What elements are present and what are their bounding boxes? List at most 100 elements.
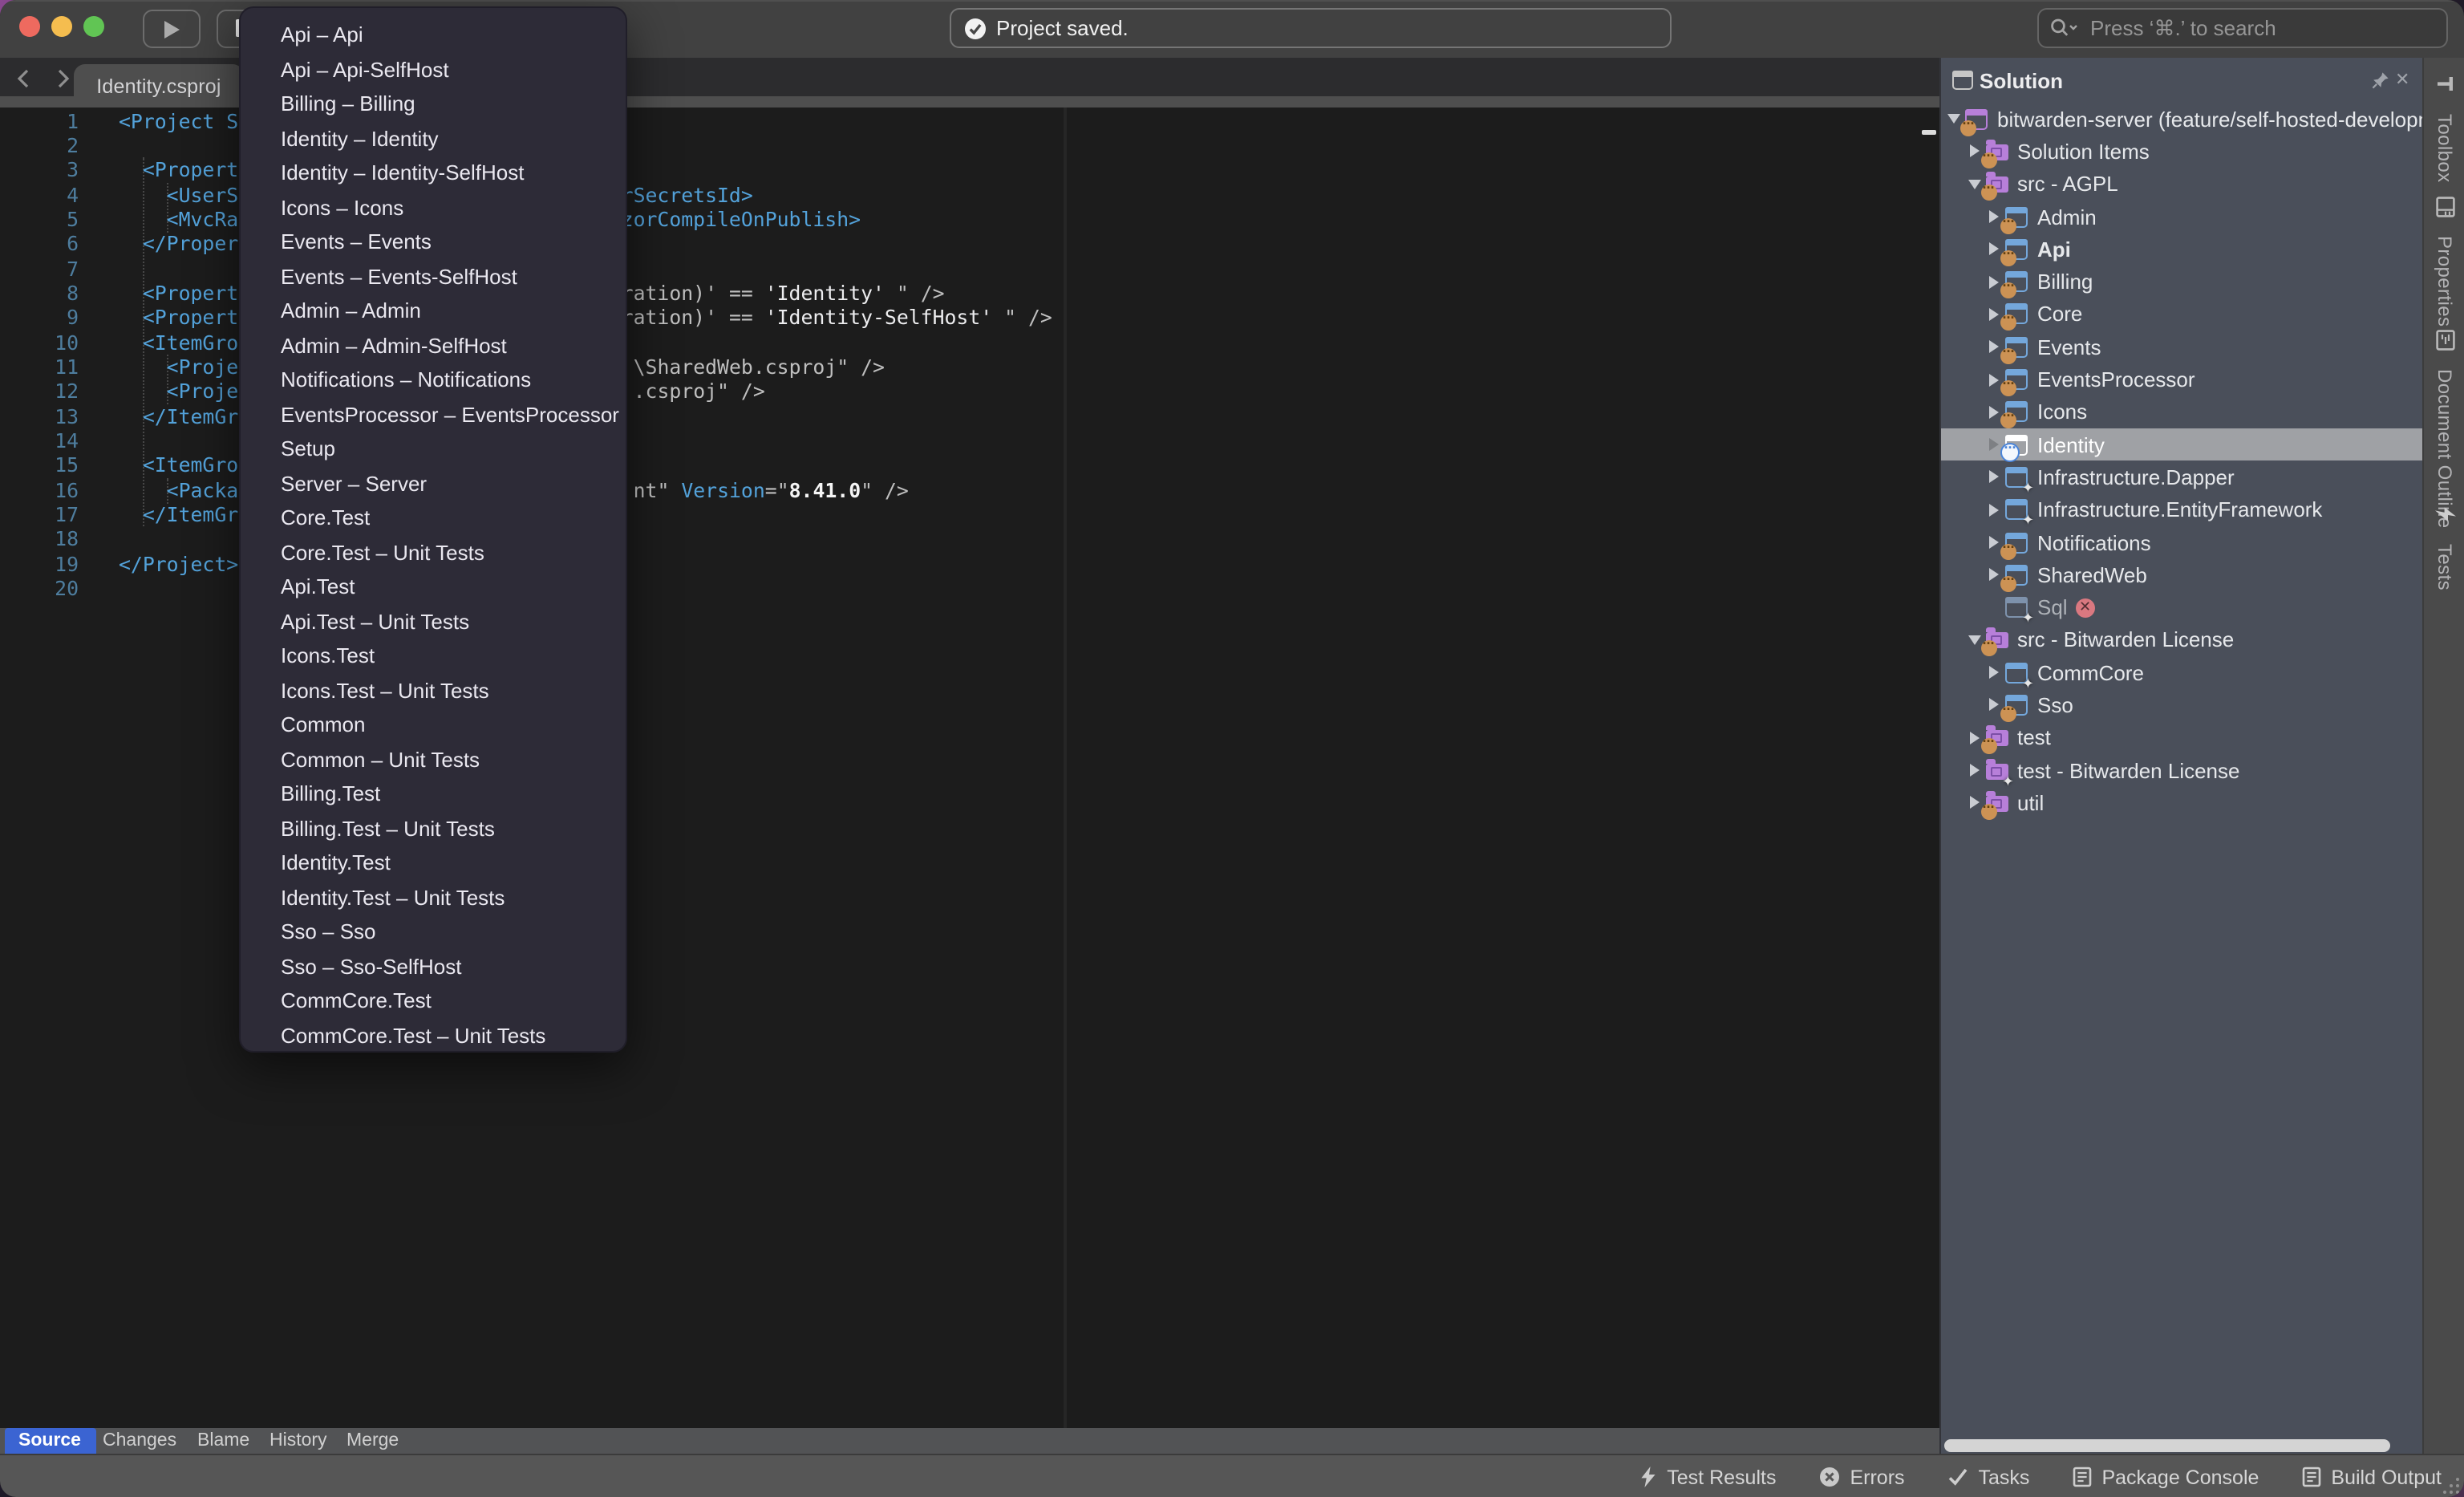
- view-tab-blame[interactable]: Blame: [183, 1428, 264, 1454]
- expand-arrow-icon[interactable]: [1986, 243, 2002, 256]
- run-button[interactable]: [143, 10, 201, 48]
- run-config-menu-item[interactable]: Identity.Test – Unit Tests: [241, 880, 626, 915]
- run-config-menu-item[interactable]: Icons.Test – Unit Tests: [241, 673, 626, 708]
- run-config-menu-item[interactable]: Events – Events-SelfHost: [241, 259, 626, 294]
- navigate-forward-icon[interactable]: [51, 67, 74, 90]
- run-config-menu-item[interactable]: Billing.Test – Unit Tests: [241, 811, 626, 846]
- solution-tree-row[interactable]: ···Billing: [1941, 266, 2422, 298]
- run-config-menu-item[interactable]: Setup: [241, 432, 626, 466]
- run-config-menu-item[interactable]: Sso – Sso-SelfHost: [241, 949, 626, 984]
- expand-arrow-icon[interactable]: [1966, 797, 1982, 809]
- run-config-menu-item[interactable]: Api.Test – Unit Tests: [241, 604, 626, 639]
- run-config-menu-item[interactable]: Notifications – Notifications: [241, 363, 626, 397]
- pad-horizontal-scrollbar[interactable]: [1944, 1439, 2390, 1452]
- solution-tree-row[interactable]: ···Solution Items: [1941, 136, 2422, 168]
- dock-tab-tests[interactable]: Tests: [2424, 504, 2464, 590]
- expand-arrow-icon[interactable]: [1986, 503, 2002, 516]
- statusbar-item-errors[interactable]: Errors: [1819, 1466, 1904, 1488]
- expand-arrow-icon[interactable]: [1966, 145, 1982, 158]
- solution-tree-row[interactable]: ✦Infrastructure.Dapper: [1941, 461, 2422, 494]
- expand-arrow-icon[interactable]: [1986, 210, 2002, 223]
- expand-arrow-icon[interactable]: [1986, 308, 2002, 321]
- statusbar-item-build-output[interactable]: Build Output: [2302, 1466, 2442, 1488]
- run-config-menu-item[interactable]: Api – Api: [241, 18, 626, 52]
- collapse-arrow-icon[interactable]: [1966, 179, 1982, 189]
- minimize-window-button[interactable]: [51, 16, 72, 37]
- run-config-menu-item[interactable]: Identity – Identity-SelfHost: [241, 156, 626, 190]
- solution-tree-row[interactable]: ✦Sql✕: [1941, 591, 2422, 624]
- zoom-window-button[interactable]: [83, 16, 104, 37]
- run-config-menu-item[interactable]: CommCore.Test – Unit Tests: [241, 1018, 626, 1053]
- run-config-menu-item[interactable]: Billing – Billing: [241, 87, 626, 121]
- solution-tree-row[interactable]: ✦test - Bitwarden License: [1941, 754, 2422, 787]
- expand-arrow-icon[interactable]: [1986, 275, 2002, 288]
- resize-grip[interactable]: [2443, 1478, 2459, 1494]
- run-config-menu-item[interactable]: Events – Events: [241, 225, 626, 259]
- run-config-menu-item[interactable]: Api.Test: [241, 570, 626, 604]
- statusbar-item-tasks[interactable]: Tasks: [1948, 1466, 2030, 1488]
- solution-tree-row[interactable]: ···bitwarden-server (feature/self-hosted…: [1941, 103, 2422, 136]
- solution-tree-row[interactable]: ···SharedWeb: [1941, 558, 2422, 591]
- expand-arrow-icon[interactable]: [1986, 569, 2002, 582]
- global-search-input[interactable]: Press ‘⌘.’ to search: [2037, 8, 2448, 48]
- expand-arrow-icon[interactable]: [1986, 471, 2002, 484]
- solution-tree-row[interactable]: ···Icons: [1941, 396, 2422, 428]
- expand-arrow-icon[interactable]: [1986, 406, 2002, 419]
- expand-arrow-icon[interactable]: [1986, 438, 2002, 451]
- solution-tree-row[interactable]: ···src - Bitwarden License: [1941, 624, 2422, 657]
- run-config-menu-item[interactable]: Icons – Icons: [241, 190, 626, 225]
- solution-tree-row[interactable]: ✦CommCore: [1941, 656, 2422, 689]
- run-config-menu-item[interactable]: Sso – Sso: [241, 915, 626, 949]
- solution-tree-row[interactable]: ···Events: [1941, 331, 2422, 363]
- solution-tree-row[interactable]: ···Identity: [1941, 428, 2422, 461]
- solution-tree-row[interactable]: ···Core: [1941, 298, 2422, 331]
- tab-identity-csproj[interactable]: Identity.csproj: [74, 64, 244, 108]
- solution-tree-row[interactable]: ···Sso: [1941, 689, 2422, 722]
- expand-arrow-icon[interactable]: [1986, 699, 2002, 712]
- run-config-menu-item[interactable]: Admin – Admin: [241, 294, 626, 328]
- close-icon[interactable]: ✕: [2395, 69, 2409, 90]
- pin-icon[interactable]: [2371, 71, 2390, 90]
- solution-tree-row[interactable]: ···test: [1941, 721, 2422, 754]
- expand-arrow-icon[interactable]: [1986, 340, 2002, 353]
- run-config-menu-item[interactable]: Common: [241, 708, 626, 742]
- expand-arrow-icon[interactable]: [1966, 732, 1982, 744]
- statusbar-item-test-results[interactable]: Test Results: [1639, 1466, 1776, 1488]
- dock-tab-toolbox[interactable]: Toolbox: [2424, 74, 2464, 183]
- expand-arrow-icon[interactable]: [1986, 536, 2002, 549]
- view-tab-source[interactable]: Source: [4, 1428, 95, 1454]
- close-window-button[interactable]: [19, 16, 40, 37]
- dock-tab-properties[interactable]: Properties: [2424, 197, 2464, 327]
- collapse-arrow-icon[interactable]: [1966, 635, 1982, 645]
- run-config-menu-item[interactable]: Admin – Admin-SelfHost: [241, 328, 626, 363]
- solution-tree-row[interactable]: ···Notifications: [1941, 526, 2422, 559]
- solution-tree-row[interactable]: ···util: [1941, 786, 2422, 819]
- view-tab-changes[interactable]: Changes: [88, 1428, 191, 1454]
- expand-arrow-icon[interactable]: [1986, 373, 2002, 386]
- collapse-arrow-icon[interactable]: [1946, 114, 1962, 124]
- solution-tree-row[interactable]: ···src - AGPL: [1941, 168, 2422, 201]
- expand-arrow-icon[interactable]: [1966, 764, 1982, 777]
- run-config-menu-item[interactable]: Identity – Identity: [241, 121, 626, 156]
- statusbar-item-package-console[interactable]: Package Console: [2073, 1466, 2259, 1488]
- run-config-menu-item[interactable]: Billing.Test: [241, 777, 626, 811]
- run-config-menu-item[interactable]: Core.Test – Unit Tests: [241, 535, 626, 570]
- solution-tree-row[interactable]: ···Api: [1941, 233, 2422, 266]
- run-config-menu-item[interactable]: Server – Server: [241, 466, 626, 501]
- dock-tab-document-outline[interactable]: Document Outline: [2424, 331, 2464, 529]
- run-config-menu-item[interactable]: Icons.Test: [241, 639, 626, 673]
- navigate-back-icon[interactable]: [13, 67, 35, 90]
- run-config-menu-item[interactable]: Identity.Test: [241, 846, 626, 880]
- run-config-menu-item[interactable]: Core.Test: [241, 501, 626, 535]
- solution-tree-row[interactable]: ···EventsProcessor: [1941, 363, 2422, 396]
- expand-arrow-icon[interactable]: [1986, 666, 2002, 679]
- solution-tree-row[interactable]: ···Admin: [1941, 201, 2422, 233]
- solution-tree-row[interactable]: ✦Infrastructure.EntityFramework: [1941, 493, 2422, 526]
- run-config-menu-item[interactable]: Api – Api-SelfHost: [241, 52, 626, 87]
- view-tab-history[interactable]: History: [255, 1428, 342, 1454]
- run-config-menu-item[interactable]: EventsProcessor – EventsProcessor: [241, 397, 626, 432]
- run-config-menu-item[interactable]: Common – Unit Tests: [241, 742, 626, 777]
- editor-scrollbar-thumb[interactable]: [1922, 130, 1936, 134]
- view-tab-merge[interactable]: Merge: [332, 1428, 413, 1454]
- run-config-menu-item[interactable]: CommCore.Test: [241, 984, 626, 1018]
